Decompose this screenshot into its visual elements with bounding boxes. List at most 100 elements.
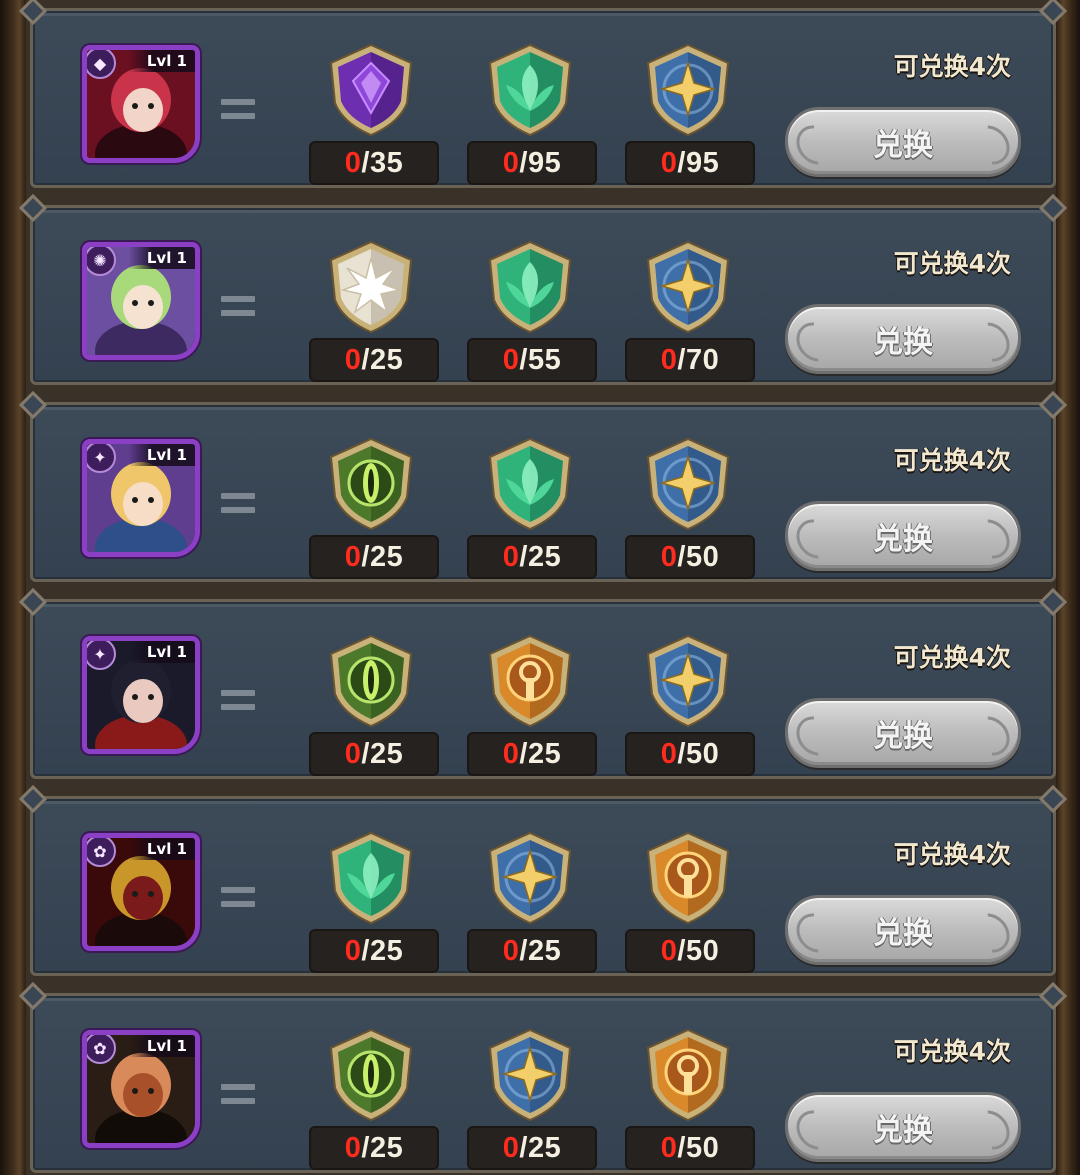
exchange-list[interactable]: ◆ Lvl 1 可兑换4次 兑换 0/35 0/95 0/95 ✺ Lvl 1 可兑换4次 兑换 0/…: [26, 0, 1056, 1175]
owned-count: 0: [344, 146, 362, 179]
blue-star-shard-icon[interactable]: [640, 632, 736, 728]
shard-count: 0/25: [309, 535, 439, 579]
orange-sun-shard-icon[interactable]: [640, 829, 736, 925]
shard-count: 0/55: [467, 338, 597, 382]
owned-count: 0: [660, 737, 678, 770]
exchange-button[interactable]: 兑换: [785, 895, 1021, 965]
required-count: /50: [677, 934, 720, 967]
required-count: /35: [361, 146, 404, 179]
blue-star-shard-icon[interactable]: [640, 238, 736, 334]
owned-count: 0: [502, 737, 520, 770]
shard-count: 0/25: [467, 1126, 597, 1170]
white-light-shard-icon[interactable]: [323, 238, 419, 334]
exchange-button[interactable]: 兑换: [785, 501, 1021, 571]
orange-sun-shard-icon[interactable]: [482, 632, 578, 728]
hero-level: Lvl 1: [128, 50, 195, 72]
equals-icon: [221, 99, 255, 121]
shard-count: 0/25: [467, 535, 597, 579]
shard-count: 0/95: [467, 141, 597, 185]
equals-icon: [221, 690, 255, 712]
required-count: /70: [677, 343, 720, 376]
green-leaf-shard-icon[interactable]: [482, 41, 578, 137]
owned-count: 0: [660, 343, 678, 376]
star-faction-icon: ✦: [87, 641, 116, 670]
remaining-exchanges: 可兑换4次: [893, 1037, 1011, 1066]
owned-count: 0: [344, 934, 362, 967]
owned-count: 0: [344, 343, 362, 376]
equals-icon: [221, 493, 255, 515]
remaining-exchanges: 可兑换4次: [893, 446, 1011, 475]
green-leaf-shard-icon[interactable]: [482, 435, 578, 531]
blue-star-shard-icon[interactable]: [640, 41, 736, 137]
shard-count: 0/35: [309, 141, 439, 185]
exchange-row: ◆ Lvl 1 可兑换4次 兑换 0/35 0/95 0/95: [30, 8, 1056, 188]
required-count: /50: [677, 540, 720, 573]
equals-icon: [221, 296, 255, 318]
hero-portrait[interactable]: ✺ Lvl 1: [82, 242, 200, 360]
owned-count: 0: [344, 540, 362, 573]
shard-count: 0/25: [309, 1126, 439, 1170]
green-leaf-shard-icon[interactable]: [323, 829, 419, 925]
light-faction-icon: ✺: [87, 247, 116, 276]
owned-count: 0: [502, 540, 520, 573]
green-eye-shard-icon[interactable]: [323, 435, 419, 531]
hero-level: Lvl 1: [128, 444, 195, 466]
purple-dark-shard-icon[interactable]: [323, 41, 419, 137]
owned-count: 0: [502, 934, 520, 967]
required-count: /95: [677, 146, 720, 179]
owned-count: 0: [502, 1131, 520, 1164]
remaining-exchanges: 可兑换4次: [893, 840, 1011, 869]
green-eye-shard-icon[interactable]: [323, 1026, 419, 1122]
exchange-button[interactable]: 兑换: [785, 698, 1021, 768]
required-count: /25: [519, 540, 562, 573]
owned-count: 0: [344, 1131, 362, 1164]
hero-portrait[interactable]: ✦ Lvl 1: [82, 439, 200, 557]
required-count: /25: [361, 934, 404, 967]
required-count: /50: [677, 1131, 720, 1164]
remaining-exchanges: 可兑换4次: [893, 52, 1011, 81]
green-leaf-shard-icon[interactable]: [482, 238, 578, 334]
shard-count: 0/95: [625, 141, 755, 185]
required-count: /25: [519, 934, 562, 967]
hero-portrait[interactable]: ✿ Lvl 1: [82, 833, 200, 951]
hero-portrait[interactable]: ✿ Lvl 1: [82, 1030, 200, 1148]
blue-star-shard-icon[interactable]: [482, 829, 578, 925]
equals-icon: [221, 1084, 255, 1106]
required-count: /25: [361, 737, 404, 770]
required-count: /25: [361, 343, 404, 376]
hero-portrait[interactable]: ◆ Lvl 1: [82, 45, 200, 163]
hero-level: Lvl 1: [128, 838, 195, 860]
shard-count: 0/50: [625, 535, 755, 579]
required-count: /25: [519, 737, 562, 770]
hero-portrait[interactable]: ✦ Lvl 1: [82, 636, 200, 754]
star-faction-icon: ✦: [87, 444, 116, 473]
hero-level: Lvl 1: [128, 1035, 195, 1057]
exchange-button[interactable]: 兑换: [785, 107, 1021, 177]
blue-star-shard-icon[interactable]: [640, 435, 736, 531]
hero-level: Lvl 1: [128, 641, 195, 663]
exchange-button[interactable]: 兑换: [785, 1092, 1021, 1162]
required-count: /50: [677, 737, 720, 770]
sun-faction-icon: ✿: [87, 838, 116, 867]
exchange-row: ✦ Lvl 1 可兑换4次 兑换 0/25 0/25 0/50: [30, 402, 1056, 582]
required-count: /25: [519, 1131, 562, 1164]
dark-faction-icon: ◆: [87, 50, 116, 79]
exchange-row: ✿ Lvl 1 可兑换4次 兑换 0/25 0/25 0/50: [30, 796, 1056, 976]
shard-count: 0/50: [625, 1126, 755, 1170]
shard-count: 0/70: [625, 338, 755, 382]
sun-faction-icon: ✿: [87, 1035, 116, 1064]
shard-count: 0/25: [309, 732, 439, 776]
shard-count: 0/50: [625, 929, 755, 973]
required-count: /25: [361, 1131, 404, 1164]
required-count: /25: [361, 540, 404, 573]
blue-star-shard-icon[interactable]: [482, 1026, 578, 1122]
owned-count: 0: [344, 737, 362, 770]
exchange-button[interactable]: 兑换: [785, 304, 1021, 374]
hero-level: Lvl 1: [128, 247, 195, 269]
green-eye-shard-icon[interactable]: [323, 632, 419, 728]
orange-sun-shard-icon[interactable]: [640, 1026, 736, 1122]
remaining-exchanges: 可兑换4次: [893, 643, 1011, 672]
owned-count: 0: [660, 1131, 678, 1164]
equals-icon: [221, 887, 255, 909]
required-count: /55: [519, 343, 562, 376]
